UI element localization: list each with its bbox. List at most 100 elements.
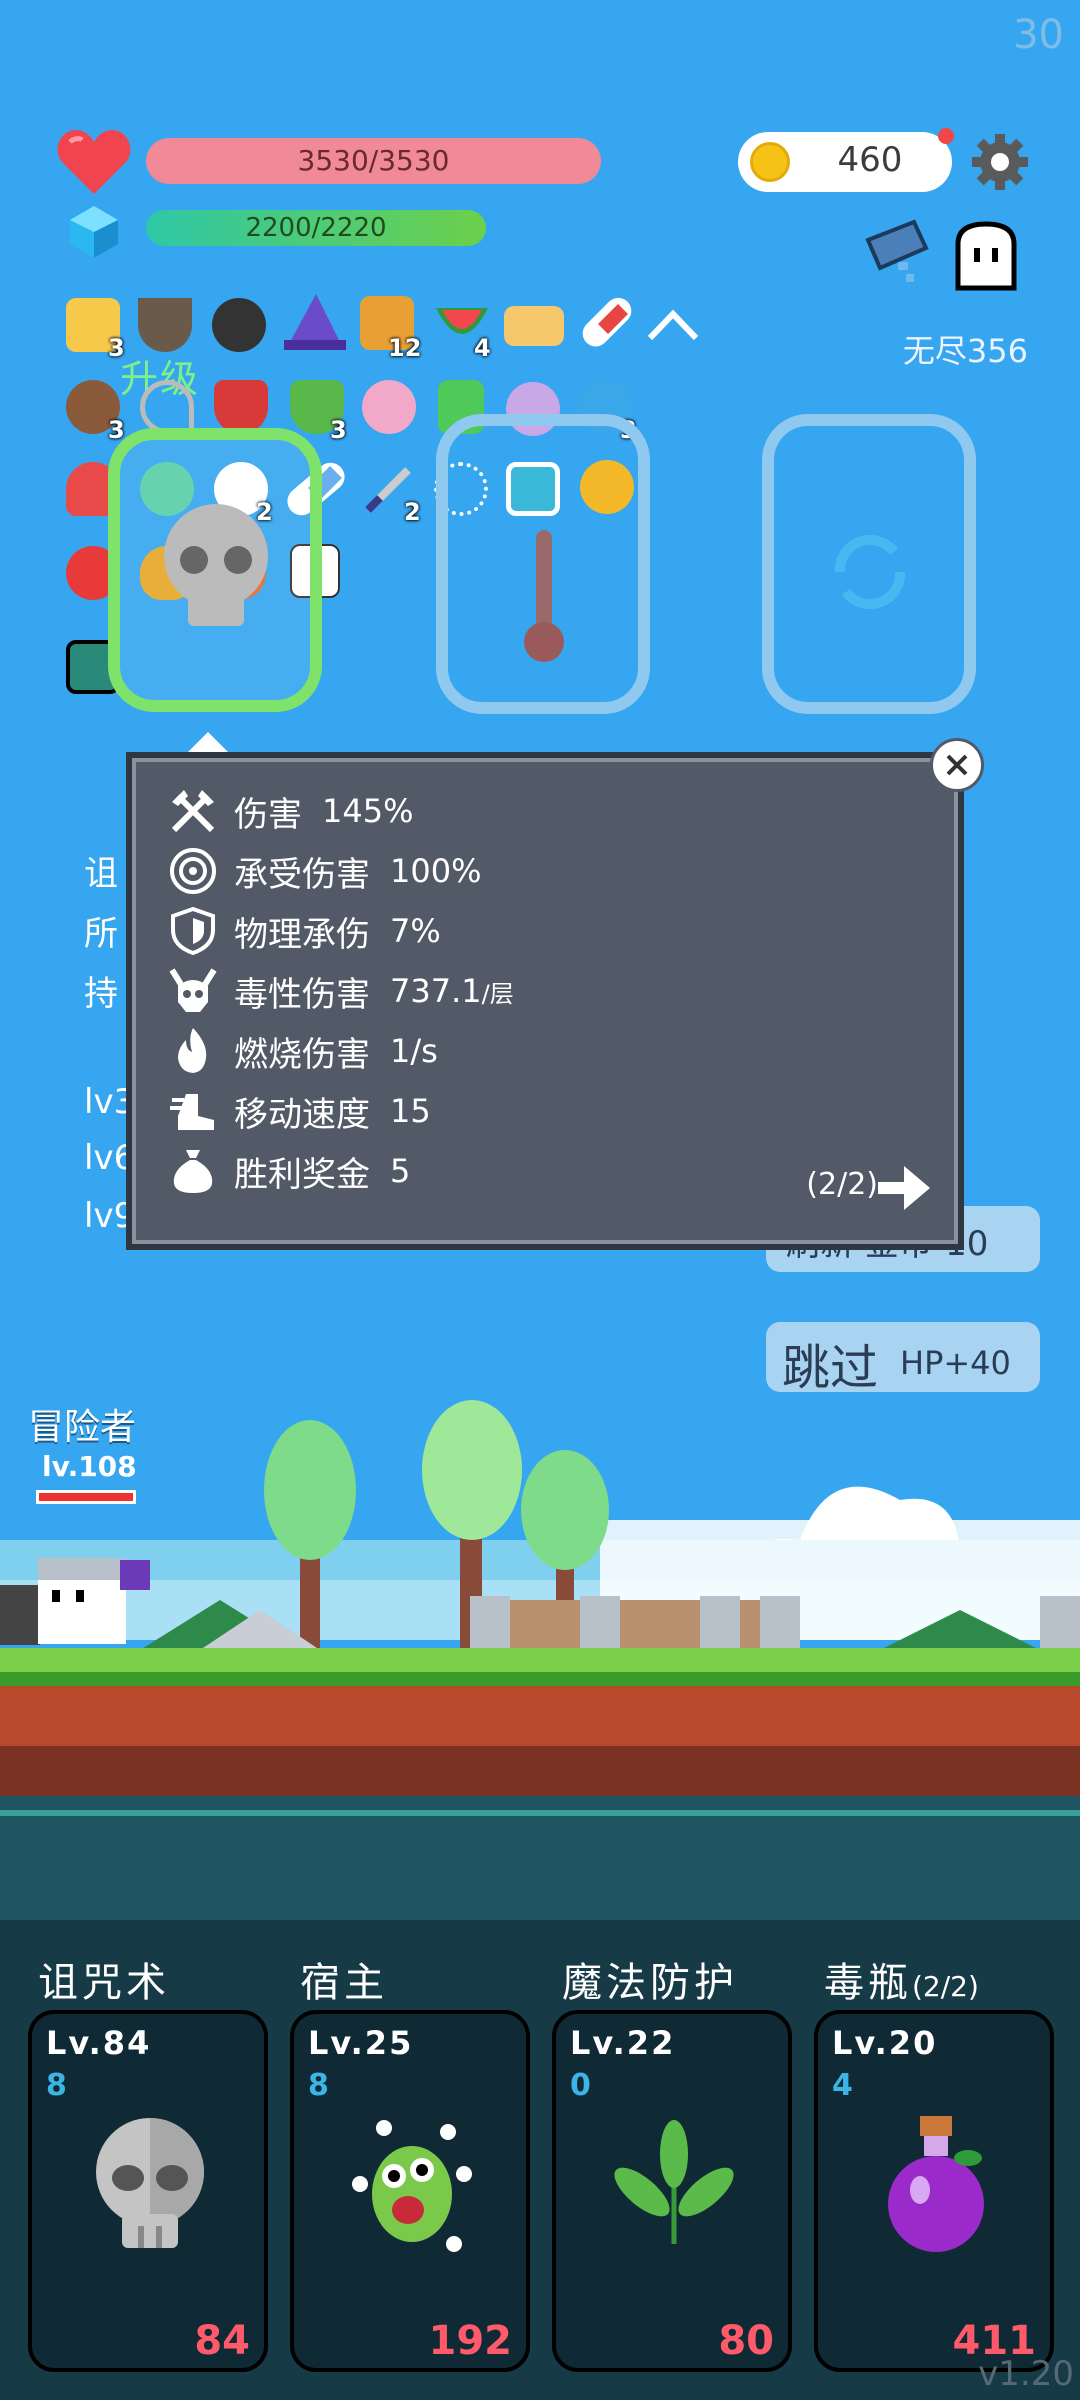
left-text-3: 持 xyxy=(84,974,118,1014)
player-hp-bar xyxy=(36,1490,136,1504)
stat-value: 1/s xyxy=(390,1032,438,1070)
skill-count: 192 xyxy=(428,2318,513,2364)
player-name: 冒险者 xyxy=(28,1407,137,1448)
skill-count: 84 xyxy=(194,2318,250,2364)
demon-skull-icon xyxy=(169,968,217,1012)
battle-scene xyxy=(0,1400,1080,1920)
skill-sub: 0 xyxy=(570,2068,591,2103)
coin-counter[interactable]: 460 xyxy=(738,132,952,192)
fps-counter: 30 xyxy=(1013,12,1064,58)
skill-name-text: 毒瓶 xyxy=(824,1960,912,2006)
mana-crystal-icon xyxy=(70,206,118,258)
endless-mode-label: 无尽356 xyxy=(902,332,1028,370)
ice-cream-icon[interactable] xyxy=(362,380,416,434)
cauldron-icon[interactable] xyxy=(212,298,266,352)
skill-name-extra: (2/2) xyxy=(912,1970,979,2003)
stat-value: 7% xyxy=(390,912,441,950)
stat-row-poison: 毒性伤害 737.1/层 xyxy=(168,964,514,1018)
skill-level: Lv.22 xyxy=(570,2024,676,2062)
stat-row-damage: 伤害 145% xyxy=(168,784,413,838)
stat-value: 5 xyxy=(390,1152,411,1190)
skill-card-host[interactable]: Lv.25 8 192 xyxy=(290,2010,530,2372)
wizard-hat-icon[interactable] xyxy=(282,292,348,354)
stat-label: 毒性伤害 xyxy=(234,974,370,1015)
pill-icon[interactable] xyxy=(578,296,636,354)
skill-level: Lv.20 xyxy=(832,2024,938,2062)
stat-value-unit: /层 xyxy=(481,980,514,1008)
hook-icon[interactable] xyxy=(140,380,194,434)
stat-row-physical: 物理承伤 7% xyxy=(168,904,441,958)
stat-label: 承受伤害 xyxy=(234,854,370,895)
item-count: 3 xyxy=(330,416,347,444)
stat-row-speed: 移动速度 15 xyxy=(168,1084,431,1138)
page-indicator: (2/2) xyxy=(806,1167,878,1202)
chevron-up-icon[interactable] xyxy=(646,308,700,344)
skill-card-magic-shield[interactable]: Lv.22 0 80 xyxy=(552,2010,792,2372)
poison-bottle-icon xyxy=(888,2116,984,2252)
stat-value: 100% xyxy=(390,852,482,890)
stat-label: 胜利奖金 xyxy=(234,1154,370,1195)
skill-card-poison-bottle[interactable]: Lv.20 4 411 xyxy=(814,2010,1054,2372)
coin-value: 460 xyxy=(837,140,903,180)
stat-row-burn: 燃烧伤害 1/s xyxy=(168,1024,438,1078)
stat-label: 燃烧伤害 xyxy=(234,1034,370,1075)
close-icon xyxy=(946,754,968,776)
mana-text: 2200/2220 xyxy=(245,213,387,243)
skill-name: 毒瓶(2/2) xyxy=(824,1950,979,2008)
skill-level: Lv.84 xyxy=(46,2024,152,2062)
stat-label: 伤害 xyxy=(234,794,302,835)
skip-bonus: HP+40 xyxy=(900,1344,1011,1382)
notification-dot xyxy=(938,128,954,144)
mortar-icon[interactable] xyxy=(138,298,192,352)
shield-icon[interactable] xyxy=(214,380,268,434)
stat-value: 737.1/层 xyxy=(390,972,514,1010)
stat-row-bonus: 胜利奖金 5 xyxy=(168,1144,410,1198)
equip-slot-skull[interactable] xyxy=(108,428,322,712)
winged-boot-icon xyxy=(170,1094,214,1130)
skill-card-curse[interactable]: Lv.84 8 84 xyxy=(28,2010,268,2372)
thermometer-icon xyxy=(524,530,564,662)
hp-text: 3530/3530 xyxy=(297,144,450,177)
crossed-axes-icon xyxy=(171,790,215,833)
skill-sub: 4 xyxy=(832,2068,853,2103)
stat-label: 物理承伤 xyxy=(234,914,370,955)
stat-label: 移动速度 xyxy=(234,1094,370,1135)
equip-slot-refresh[interactable] xyxy=(762,414,976,714)
item-count: 2 xyxy=(404,498,421,526)
skull-icon xyxy=(164,504,268,626)
popup-pointer xyxy=(188,732,228,752)
version-label: v1.20 xyxy=(978,2354,1074,2394)
stat-value: 145% xyxy=(322,792,414,830)
stat-value: 15 xyxy=(390,1092,431,1130)
skill-name: 宿主 xyxy=(300,1960,388,2006)
gear-icon[interactable] xyxy=(970,132,1030,192)
leaf-icon xyxy=(614,2120,734,2244)
player-level: lv.108 xyxy=(42,1450,137,1483)
close-button[interactable] xyxy=(930,738,984,792)
refresh-icon xyxy=(834,534,906,610)
bucket-icon[interactable] xyxy=(862,218,942,288)
next-page-arrow-icon[interactable] xyxy=(874,1162,934,1214)
item-count: 12 xyxy=(388,334,422,362)
flame-icon xyxy=(178,1028,207,1073)
coin-icon xyxy=(750,142,790,182)
shield-outline-icon xyxy=(171,906,215,956)
skill-count: 80 xyxy=(718,2318,774,2364)
skill-name: 魔法防护 xyxy=(562,1960,738,2006)
left-text-1: 诅 xyxy=(84,854,118,894)
stats-popup: 伤害 145% 承受伤害 100% 物理承伤 7% 毒性伤害 737.1/层 燃… xyxy=(126,752,964,1250)
ghost-icon[interactable] xyxy=(950,220,1022,292)
mana-bar: 2200/2220 xyxy=(146,210,486,246)
stat-value-number: 737.1 xyxy=(390,972,482,1010)
id-card-icon[interactable] xyxy=(504,306,564,346)
equip-slot-empty[interactable] xyxy=(436,414,650,714)
hp-bar: 3530/3530 xyxy=(146,138,601,184)
skill-level: Lv.25 xyxy=(308,2024,414,2062)
stat-row-damage-taken: 承受伤害 100% xyxy=(168,844,481,898)
item-count: 4 xyxy=(474,334,491,362)
skill-name: 诅咒术 xyxy=(38,1960,170,2006)
left-text-2: 所 xyxy=(84,914,118,954)
target-icon xyxy=(170,848,216,894)
germ-monster-icon xyxy=(352,2120,472,2252)
money-bag-icon xyxy=(173,1150,213,1193)
